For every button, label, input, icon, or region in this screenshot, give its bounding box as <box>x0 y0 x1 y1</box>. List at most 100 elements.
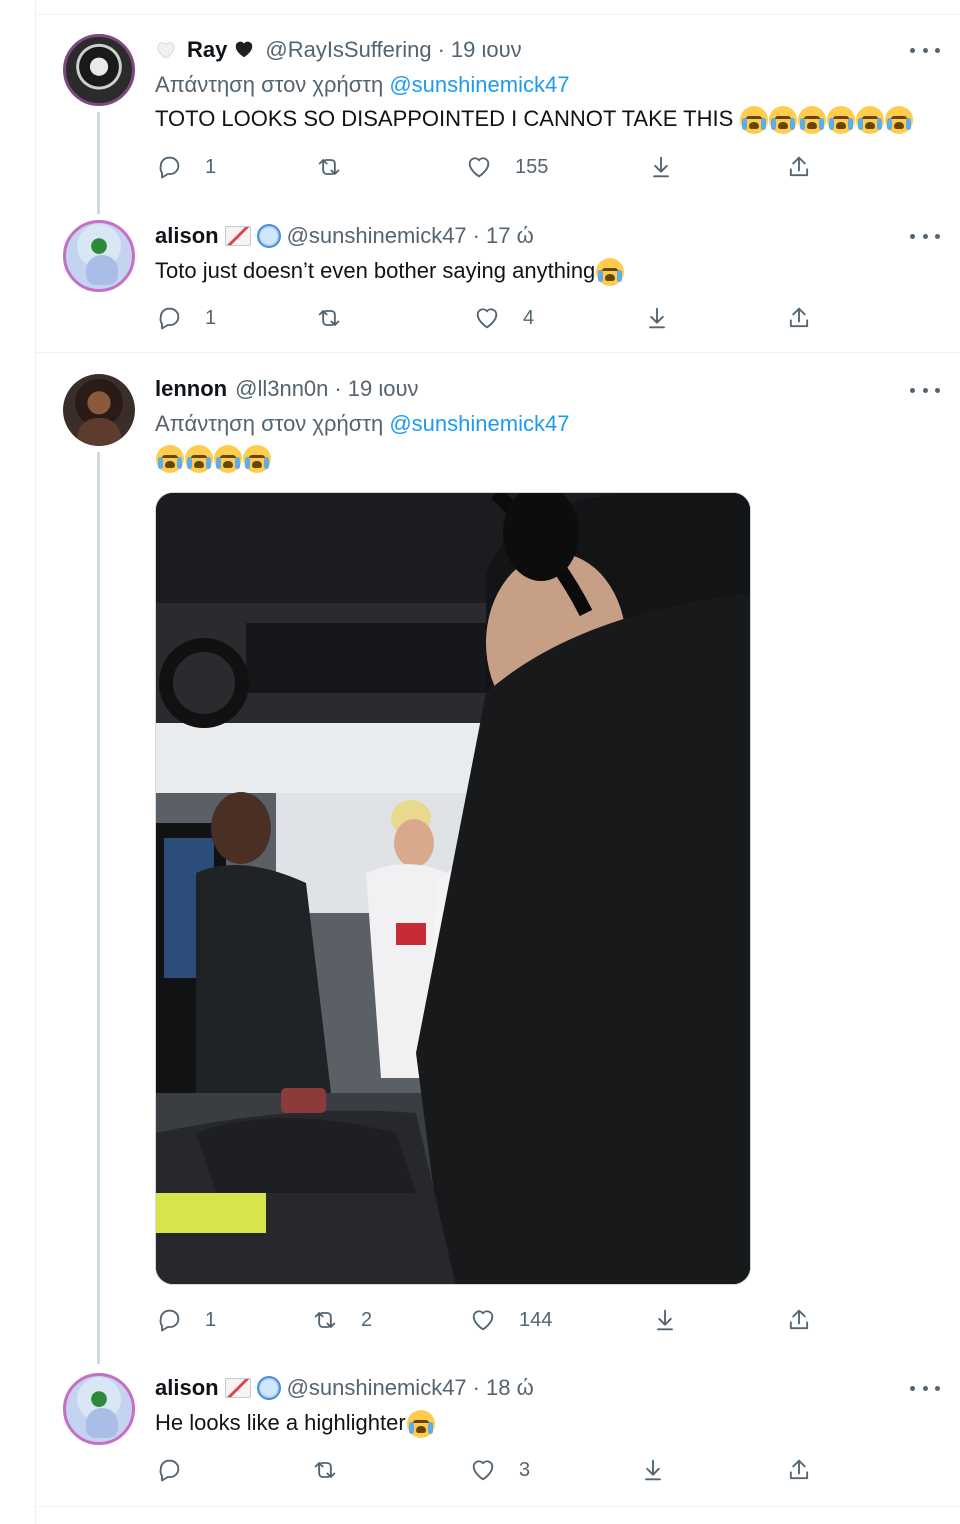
tweet-alison-2: alison @sunshinemick47 · 18 ώ He looks l… <box>155 1374 948 1439</box>
retweet-button[interactable] <box>315 153 365 181</box>
bookmark-button[interactable] <box>651 1306 679 1334</box>
download-icon <box>645 1459 661 1481</box>
tweet-header: Ray @RayIsSuffering · 19 ιουν <box>155 36 948 64</box>
loudly-crying-face-icon <box>885 106 914 135</box>
tweet-alison-1: alison @sunshinemick47 · 17 ώ Toto just … <box>155 222 948 287</box>
reply-button[interactable] <box>155 1456 205 1484</box>
display-name[interactable]: lennon <box>155 376 227 402</box>
download-icon <box>653 156 669 178</box>
avatar[interactable] <box>63 1373 135 1445</box>
tweet-actions: 1 155 <box>155 153 835 185</box>
like-button[interactable]: 4 <box>473 304 534 332</box>
heart-icon <box>472 1460 494 1481</box>
separator-dot: · <box>437 37 445 62</box>
reply-icon <box>159 307 180 330</box>
display-name[interactable]: alison <box>155 223 219 249</box>
share-button[interactable] <box>785 1306 813 1334</box>
white-heart-icon <box>155 40 177 60</box>
tweet-lennon: lennon @ll3nn0n · 19 ιουν Απάντηση στον … <box>155 375 948 474</box>
tweet-actions: 1 2 144 <box>155 1306 835 1338</box>
tweet-text-content: Toto just doesn’t even bother saying any… <box>155 258 596 283</box>
heart-icon <box>468 157 490 178</box>
tweet-text-content: TOTO LOOKS SO DISAPPOINTED I CANNOT TAKE… <box>155 106 734 131</box>
timestamp[interactable]: 19 ιουν <box>451 37 522 63</box>
like-button[interactable]: 3 <box>469 1456 530 1484</box>
globe-icon <box>256 1376 281 1400</box>
reply-icon <box>159 1309 180 1332</box>
reply-count: 1 <box>205 306 217 329</box>
like-button[interactable]: 155 <box>465 153 548 181</box>
separator-dot: · <box>472 1375 480 1400</box>
timestamp[interactable]: 17 ώ <box>486 223 534 249</box>
heart-icon <box>476 308 498 329</box>
display-name[interactable]: alison <box>155 1375 219 1401</box>
loudly-crying-face-icon <box>243 445 271 474</box>
reply-mention-link[interactable]: @sunshinemick47 <box>389 72 569 97</box>
loudly-crying-face-icon <box>856 106 885 135</box>
separator-dot: · <box>472 223 480 248</box>
avatar[interactable] <box>63 34 135 106</box>
tweet-actions: 3 <box>155 1456 835 1488</box>
bookmark-button[interactable] <box>639 1456 667 1484</box>
avatar[interactable] <box>63 220 135 292</box>
like-count: 4 <box>523 306 535 329</box>
share-button[interactable] <box>785 304 813 332</box>
reply-prefix: Απάντηση στον χρήστη <box>155 411 384 436</box>
reply-prefix: Απάντηση στον χρήστη <box>155 72 384 97</box>
share-icon <box>789 1309 809 1330</box>
retweet-button[interactable] <box>311 1456 361 1484</box>
display-name[interactable]: Ray <box>187 37 227 63</box>
loudly-crying-face-icon <box>156 445 184 474</box>
loudly-crying-face-icon <box>596 258 625 287</box>
avatar[interactable] <box>63 374 135 446</box>
timeline-left-border <box>35 0 36 1524</box>
reply-mention-link[interactable]: @sunshinemick47 <box>389 411 569 436</box>
more-icon[interactable] <box>910 226 940 246</box>
timestamp[interactable]: 18 ώ <box>486 1375 534 1401</box>
reply-button[interactable]: 1 <box>155 1306 216 1334</box>
tweet-header: alison @sunshinemick47 · 18 ώ <box>155 1374 948 1402</box>
handle[interactable]: @ll3nn0n <box>235 376 328 402</box>
more-icon[interactable] <box>910 40 940 60</box>
tweet-text: TOTO LOOKS SO DISAPPOINTED I CANNOT TAKE… <box>155 104 948 135</box>
like-count: 144 <box>519 1308 553 1331</box>
retweet-icon <box>318 159 340 175</box>
retweet-icon <box>314 1462 336 1478</box>
share-icon <box>789 156 809 177</box>
reply-icon <box>159 1459 180 1482</box>
handle[interactable]: @sunshinemick47 <box>287 223 467 249</box>
retweet-button[interactable]: 2 <box>311 1306 372 1334</box>
tweet-text <box>155 443 948 474</box>
handle[interactable]: @RayIsSuffering <box>265 37 431 63</box>
divider <box>36 14 960 15</box>
bookmark-button[interactable] <box>647 153 675 181</box>
share-button[interactable] <box>785 153 813 181</box>
heart-icon <box>472 1310 494 1331</box>
bookmark-button[interactable] <box>643 304 671 332</box>
reply-button[interactable]: 1 <box>155 153 216 181</box>
reply-button[interactable]: 1 <box>155 304 216 332</box>
tweet-text: Toto just doesn’t even bother saying any… <box>155 256 948 287</box>
reply-count: 1 <box>205 1308 217 1331</box>
love-letter-icon <box>224 1378 251 1398</box>
handle[interactable]: @sunshinemick47 <box>287 1375 467 1401</box>
thread-line <box>97 452 100 1364</box>
like-count: 3 <box>519 1458 531 1481</box>
like-button[interactable]: 144 <box>469 1306 552 1334</box>
retweet-icon <box>318 310 340 326</box>
loudly-crying-face-icon <box>769 106 798 135</box>
timestamp[interactable]: 19 ιουν <box>348 376 419 402</box>
retweet-count: 2 <box>361 1308 373 1331</box>
loudly-crying-face-icon <box>740 106 769 135</box>
more-icon[interactable] <box>910 1378 940 1398</box>
tweet-ray: Ray @RayIsSuffering · 19 ιουν Απάντηση σ… <box>155 36 948 135</box>
retweet-button[interactable] <box>315 304 365 332</box>
loudly-crying-face-icon <box>214 445 242 474</box>
thread-line <box>97 112 100 214</box>
tweet-media-video[interactable] <box>155 492 751 1285</box>
black-heart-icon <box>233 39 257 61</box>
share-button[interactable] <box>785 1456 813 1484</box>
tweet-header: lennon @ll3nn0n · 19 ιουν <box>155 375 948 403</box>
loudly-crying-face-icon <box>185 445 213 474</box>
more-icon[interactable] <box>910 380 940 400</box>
